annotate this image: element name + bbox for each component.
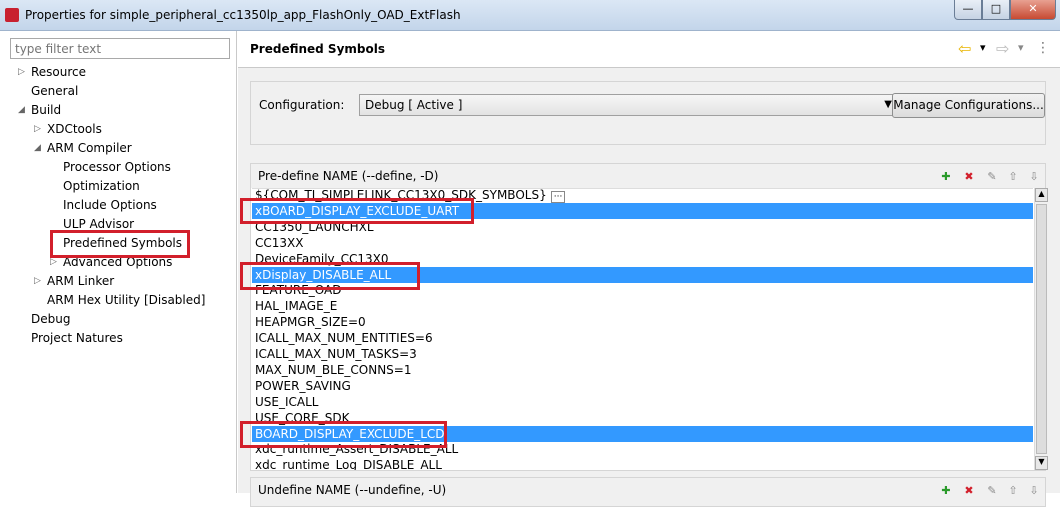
scroll-thumb[interactable] — [1036, 204, 1047, 454]
undefine-header: Undefine NAME (--undefine, -U) — [258, 483, 447, 497]
scroll-up-icon[interactable]: ▲ — [1035, 188, 1048, 202]
page-header: Predefined Symbols ⇦ ▾ ⇨ ▾ ⋮ — [238, 31, 1060, 68]
expand-twisty-icon[interactable]: ▷ — [34, 272, 41, 290]
tree-item-label: XDCtools — [47, 122, 102, 136]
back-dropdown-icon[interactable]: ▾ — [980, 41, 986, 54]
forward-dropdown-icon[interactable]: ▾ — [1018, 41, 1024, 54]
highlight-box — [240, 262, 420, 290]
configuration-label: Configuration: — [259, 98, 345, 112]
define-list-item[interactable]: ICALL_MAX_NUM_ENTITIES=6 — [252, 330, 1033, 346]
highlight-box — [240, 198, 474, 224]
define-list-item[interactable]: POWER_SAVING — [252, 378, 1033, 394]
tree-item[interactable]: Include Options — [63, 196, 157, 214]
expand-twisty-icon[interactable]: ◢ — [18, 101, 25, 119]
tree-item-label: Resource — [31, 65, 87, 79]
configuration-group: Configuration: Debug [ Active ] ▼ Manage … — [250, 81, 1046, 145]
move-up-icon[interactable]: ⇧ — [1006, 484, 1020, 498]
minimize-button[interactable]: — — [954, 0, 982, 20]
delete-icon[interactable]: ✖ — [962, 170, 976, 184]
undefine-group: Undefine NAME (--undefine, -U) ✚ ✖ ✎ ⇧ ⇩ — [250, 477, 1046, 507]
define-item-text: CC13XX — [255, 235, 304, 250]
tree-item[interactable]: ARM Hex Utility [Disabled] — [47, 291, 205, 309]
define-list-item[interactable]: CC13XX — [252, 235, 1033, 251]
move-up-icon[interactable]: ⇧ — [1006, 170, 1020, 184]
app-icon — [5, 8, 19, 22]
define-list-item[interactable]: ICALL_MAX_NUM_TASKS=3 — [252, 346, 1033, 362]
expand-twisty-icon[interactable]: ◢ — [34, 139, 41, 157]
define-header: Pre-define NAME (--define, -D) — [258, 169, 439, 183]
tree-item-label: ARM Linker — [47, 274, 115, 288]
tree-item-label: Debug — [31, 312, 71, 326]
view-menu-icon[interactable]: ⋮ — [1036, 40, 1050, 56]
add-icon[interactable]: ✚ — [939, 170, 953, 184]
forward-icon[interactable]: ⇨ — [996, 39, 1009, 58]
nav-pane: ▷ Resource General ◢ Build ▷ XDCtools ◢ ARM Comp… — [0, 31, 237, 493]
delete-icon[interactable]: ✖ — [962, 484, 976, 498]
window-title: Properties for simple_peripheral_cc1350l… — [25, 8, 461, 22]
define-item-text: xdc_runtime_Log_DISABLE_ALL — [255, 458, 442, 470]
scroll-down-icon[interactable]: ▼ — [1035, 456, 1048, 470]
define-item-text: ICALL_MAX_NUM_ENTITIES=6 — [255, 331, 433, 346]
define-item-text: USE_ICALL — [255, 394, 319, 409]
tree-item[interactable]: ▷ ARM Linker — [34, 272, 115, 290]
more-icon[interactable]: ··· — [550, 191, 566, 203]
define-list-item[interactable]: xdc_runtime_Log_DISABLE_ALL — [252, 457, 1033, 470]
tree-item[interactable]: ◢ Build — [18, 101, 62, 119]
move-down-icon[interactable]: ⇩ — [1027, 170, 1041, 184]
define-list-item[interactable]: HEAPMGR_SIZE=0 — [252, 314, 1033, 330]
tree-item-label: ARM Hex Utility [Disabled] — [47, 293, 206, 307]
back-icon[interactable]: ⇦ — [958, 39, 971, 58]
tree-item[interactable]: General — [31, 82, 78, 100]
expand-twisty-icon[interactable]: ▷ — [34, 120, 41, 138]
define-item-text: ICALL_MAX_NUM_TASKS=3 — [255, 347, 417, 361]
tree-item-label: ULP Advisor — [63, 217, 135, 231]
highlight-box — [240, 421, 447, 448]
tree-item-label: Include Options — [63, 198, 157, 212]
tree-item[interactable]: Project Natures — [31, 329, 123, 347]
define-scrollbar[interactable]: ▲ ▼ — [1034, 188, 1048, 470]
expand-twisty-icon[interactable]: ▷ — [18, 63, 25, 81]
manage-configurations-button[interactable]: Manage Configurations... — [892, 93, 1045, 118]
tree-item[interactable]: Optimization — [63, 177, 140, 195]
define-item-text: HAL_IMAGE_E — [255, 299, 338, 314]
tree-item[interactable]: ◢ ARM Compiler — [34, 139, 132, 157]
define-item-text: MAX_NUM_BLE_CONNS=1 — [255, 362, 412, 377]
close-button[interactable]: ✕ — [1010, 0, 1056, 20]
page-title: Predefined Symbols — [250, 42, 385, 56]
tree-item-label: General — [31, 84, 79, 98]
tree-item[interactable]: ▷ XDCtools — [34, 120, 102, 138]
define-list-item[interactable]: USE_ICALL — [252, 394, 1033, 410]
chevron-down-icon: ▼ — [884, 99, 892, 110]
define-list-item[interactable]: MAX_NUM_BLE_CONNS=1 — [252, 362, 1033, 378]
tree-item-label: Processor Options — [63, 160, 171, 174]
add-icon[interactable]: ✚ — [939, 484, 953, 498]
edit-icon[interactable]: ✎ — [985, 484, 999, 498]
tree-item[interactable]: Processor Options — [63, 158, 171, 176]
configuration-value: Debug [ Active ] — [365, 98, 463, 112]
define-item-text: POWER_SAVING — [255, 378, 351, 393]
tree-item-label: ARM Compiler — [47, 141, 132, 155]
maximize-button[interactable]: □ — [982, 0, 1010, 20]
tree-item-label: Build — [31, 103, 62, 117]
move-down-icon[interactable]: ⇩ — [1027, 484, 1041, 498]
tree-item-label: Optimization — [63, 179, 140, 193]
tree-item[interactable]: Debug — [31, 310, 70, 328]
tree-item[interactable]: ▷ Resource — [18, 63, 87, 81]
configuration-select[interactable]: Debug [ Active ] ▼ — [359, 94, 897, 116]
define-item-text: HEAPMGR_SIZE=0 — [255, 315, 366, 330]
define-list-item[interactable]: HAL_IMAGE_E — [252, 298, 1033, 314]
tree-item-label: Project Natures — [31, 331, 123, 345]
title-bar: Properties for simple_peripheral_cc1350l… — [0, 0, 1060, 31]
edit-icon[interactable]: ✎ — [985, 170, 999, 184]
filter-input[interactable] — [10, 38, 230, 59]
highlight-box — [50, 230, 190, 258]
